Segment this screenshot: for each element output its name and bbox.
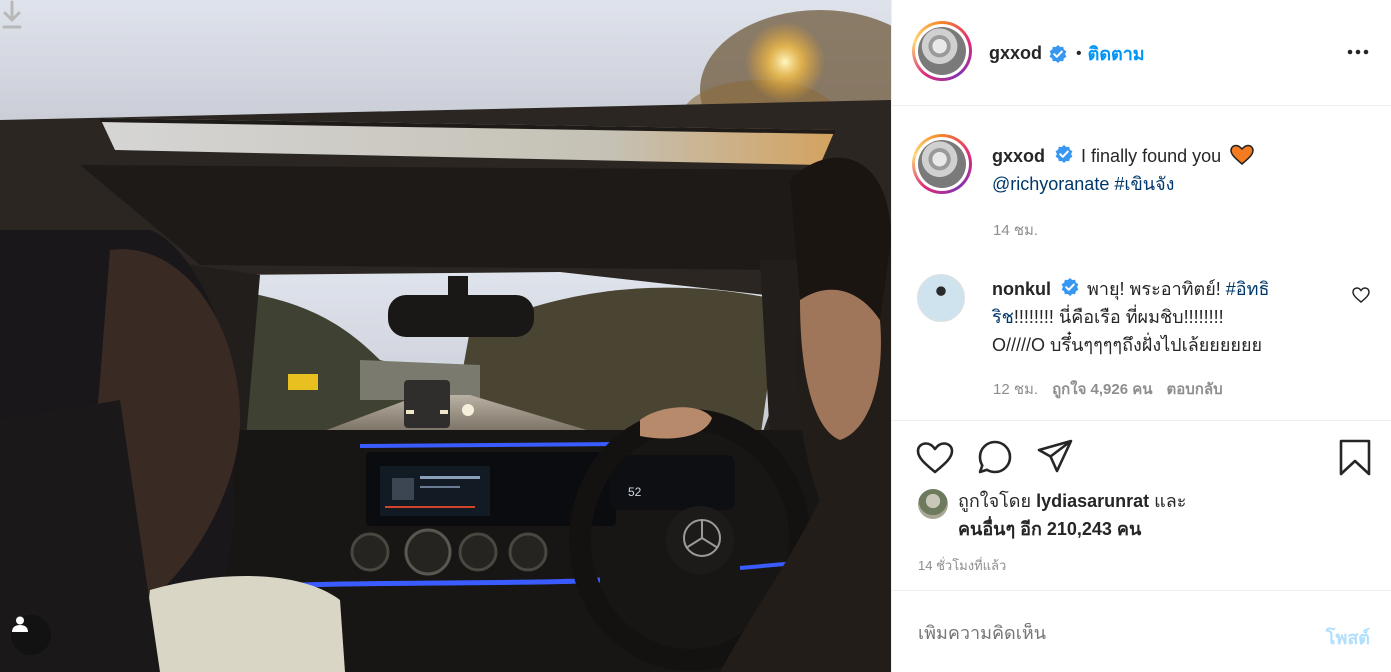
more-options-icon[interactable] [1347, 40, 1369, 64]
comment-body-part3: O/////O บรึ๋นๆๆๆๆถึงฝั่งไปเล้ยยยยยย [992, 335, 1263, 355]
add-comment-bar: โพสต์ [892, 590, 1391, 672]
liked-by-others[interactable]: คนอื่นๆ อีก 210,243 คน [958, 519, 1141, 539]
commenter-username[interactable]: nonkul [992, 279, 1051, 299]
orange-heart-emoji-icon [1230, 144, 1254, 165]
caption-username[interactable]: gxxod [992, 146, 1045, 166]
comment-likes[interactable]: ถูกใจ 4,926 คน [1052, 381, 1152, 398]
post-photo[interactable]: 52 [0, 0, 891, 672]
comment-text: nonkul พายุ! พระอาทิตย์! #อิทธิ ริช!!!!!… [992, 275, 1312, 359]
user-icon [12, 616, 28, 632]
follow-button[interactable]: ติดตาม [1088, 39, 1145, 68]
comment-hashtag-link[interactable]: #อิทธิ [1226, 279, 1270, 299]
separator-dot: • [1076, 44, 1082, 62]
caption-body: I finally found you [1081, 146, 1222, 166]
tagged-users-button[interactable] [11, 615, 51, 655]
author-avatar[interactable] [912, 21, 972, 81]
commenter-avatar[interactable] [917, 274, 965, 322]
post-comment-button[interactable]: โพสต์ [1326, 623, 1370, 652]
comment-bubble-icon[interactable] [977, 439, 1013, 475]
author-username[interactable]: gxxod [989, 43, 1042, 64]
caption-mention-link[interactable]: @richyoranate [992, 174, 1109, 194]
save-bookmark-icon[interactable] [1338, 439, 1372, 477]
svg-text:52: 52 [628, 485, 642, 499]
liked-by-user[interactable]: lydiasarunrat [1036, 491, 1149, 511]
caption-text: gxxod I finally found you @richyoranate … [992, 142, 1322, 198]
like-heart-icon[interactable] [916, 441, 954, 475]
verified-badge-icon [1061, 278, 1079, 296]
liker-avatar[interactable] [918, 489, 948, 519]
download-icon[interactable] [0, 0, 24, 30]
comment-time: 12 ชม. [993, 381, 1039, 398]
post-header: gxxod • ติดตาม [892, 0, 1391, 106]
liked-by-and: และ [1154, 491, 1187, 511]
car-interior-photo: 52 [0, 0, 891, 672]
like-comment-heart-icon[interactable] [1352, 287, 1370, 303]
verified-badge-icon [1049, 44, 1067, 63]
comment-hashtag-link-cont[interactable]: ริช [992, 307, 1014, 327]
liked-by-prefix: ถูกใจโดย [958, 491, 1032, 511]
comment-reply-button[interactable]: ตอบกลับ [1167, 381, 1223, 398]
share-send-icon[interactable] [1037, 439, 1073, 473]
caption-hashtag-link[interactable]: #เขินจัง [1114, 174, 1174, 194]
likes-summary: ถูกใจโดย lydiasarunrat และ คนอื่นๆ อีก 2… [918, 487, 1186, 543]
comments-list: gxxod I finally found you @richyoranate … [892, 107, 1391, 420]
post-actions: ถูกใจโดย lydiasarunrat และ คนอื่นๆ อีก 2… [892, 420, 1391, 590]
post-side-panel: gxxod • ติดตาม gxxod I finally found you… [891, 0, 1391, 672]
comment-body-part1: พายุ! พระอาทิตย์! [1087, 279, 1221, 299]
verified-badge-icon [1055, 145, 1073, 163]
caption-avatar[interactable] [912, 134, 972, 194]
caption-time: 14 ชม. [993, 222, 1039, 239]
add-comment-input[interactable] [918, 623, 1278, 644]
comment-meta: 12 ชม. ถูกใจ 4,926 คน ตอบกลับ [993, 377, 1223, 401]
comment-body-part2: !!!!!!!! นี่คือเรือ ที่ผมชิบ!!!!!!!! [1013, 307, 1224, 327]
post-time-ago: 14 ชั่วโมงที่แล้ว [918, 558, 1007, 573]
